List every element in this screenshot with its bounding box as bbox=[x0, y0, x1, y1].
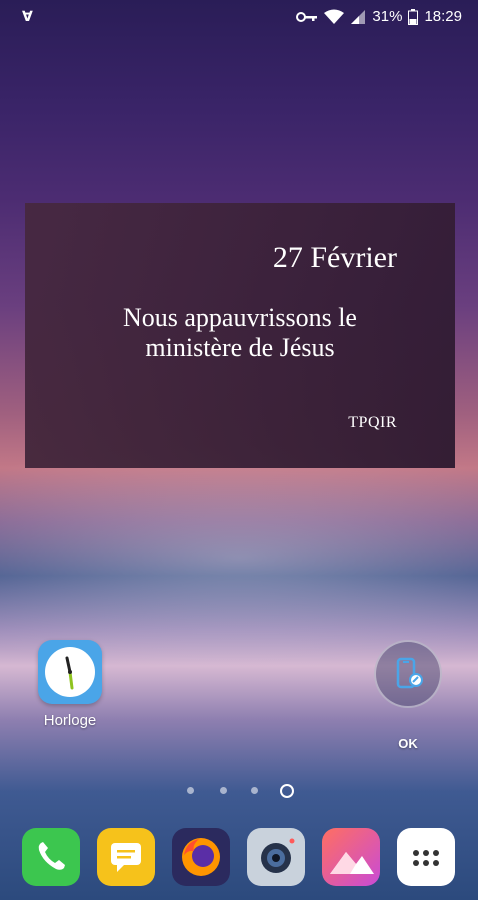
apps-drawer-icon[interactable] bbox=[397, 828, 455, 886]
page-dot-3[interactable] bbox=[251, 787, 258, 794]
page-dot-4-active[interactable] bbox=[280, 784, 294, 798]
status-icons: 31% 18:29 bbox=[296, 8, 462, 25]
quote-line-2: ministère de Jésus bbox=[145, 333, 335, 362]
wifi-icon bbox=[324, 9, 345, 25]
widget-quote: Nous appauvrissons le ministère de Jésus bbox=[25, 303, 455, 363]
messages-icon[interactable] bbox=[97, 828, 155, 886]
app-label-ok: OK bbox=[398, 736, 418, 751]
page-dot-2[interactable] bbox=[220, 787, 227, 794]
battery-icon bbox=[408, 8, 419, 25]
clock-icon bbox=[38, 640, 102, 704]
signal-icon bbox=[350, 9, 366, 25]
page-indicator bbox=[0, 784, 478, 798]
gallery-icon[interactable] bbox=[322, 828, 380, 886]
battery-percent: 31% bbox=[372, 8, 403, 25]
verse-widget[interactable]: 27 Février Nous appauvrissons le ministè… bbox=[25, 203, 455, 468]
quote-line-1: Nous appauvrissons le bbox=[123, 303, 357, 332]
app-label-horloge: Horloge bbox=[43, 712, 97, 729]
camera-icon[interactable] bbox=[247, 828, 305, 886]
firefox-icon[interactable] bbox=[172, 828, 230, 886]
key-icon bbox=[296, 11, 318, 23]
clock-time: 18:29 bbox=[424, 8, 462, 25]
widget-date: 27 Février bbox=[272, 241, 397, 274]
page-dot-1[interactable] bbox=[187, 787, 194, 794]
widget-source: TPQIR bbox=[348, 414, 397, 431]
status-bar: ∀ 31% 18:29 bbox=[0, 0, 478, 34]
phone-shortcut-icon bbox=[374, 640, 442, 708]
app-horloge[interactable]: Horloge bbox=[34, 640, 106, 729]
phone-icon[interactable] bbox=[22, 828, 80, 886]
app-ok[interactable]: OK bbox=[374, 640, 442, 751]
notification-badge: ∀ bbox=[22, 8, 33, 24]
